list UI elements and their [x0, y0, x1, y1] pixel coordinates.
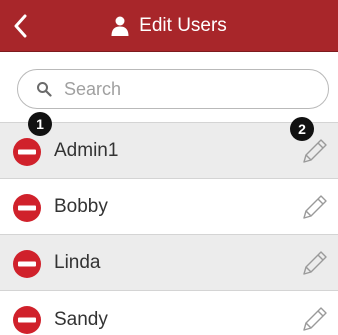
pencil-icon[interactable]: [300, 247, 330, 279]
search-input[interactable]: [62, 77, 306, 101]
user-row-sandy[interactable]: Sandy: [0, 290, 338, 335]
search-box[interactable]: [17, 69, 329, 109]
pencil-icon[interactable]: [300, 191, 330, 223]
page-title: Edit Users: [139, 15, 227, 36]
pencil-icon[interactable]: [300, 303, 330, 335]
delete-user-icon[interactable]: [12, 137, 42, 167]
user-row-linda[interactable]: Linda: [0, 234, 338, 290]
user-name: Linda: [54, 251, 101, 273]
user-name: Admin1: [54, 139, 119, 161]
user-name: Sandy: [54, 309, 108, 330]
user-row-bobby[interactable]: Bobby: [0, 178, 338, 234]
delete-user-icon[interactable]: [12, 249, 42, 279]
delete-user-icon[interactable]: [12, 305, 42, 335]
callout-badge-2: 2: [290, 117, 314, 141]
app-header: Edit Users: [0, 0, 338, 52]
header-title-group: Edit Users: [0, 0, 338, 52]
delete-user-icon[interactable]: [12, 193, 42, 223]
user-icon: [111, 16, 129, 36]
callout-badge-1: 1: [28, 112, 52, 136]
user-name: Bobby: [54, 195, 108, 217]
search-icon: [37, 82, 52, 97]
user-row-admin1[interactable]: Admin1: [0, 122, 338, 178]
search-area: [0, 52, 338, 122]
